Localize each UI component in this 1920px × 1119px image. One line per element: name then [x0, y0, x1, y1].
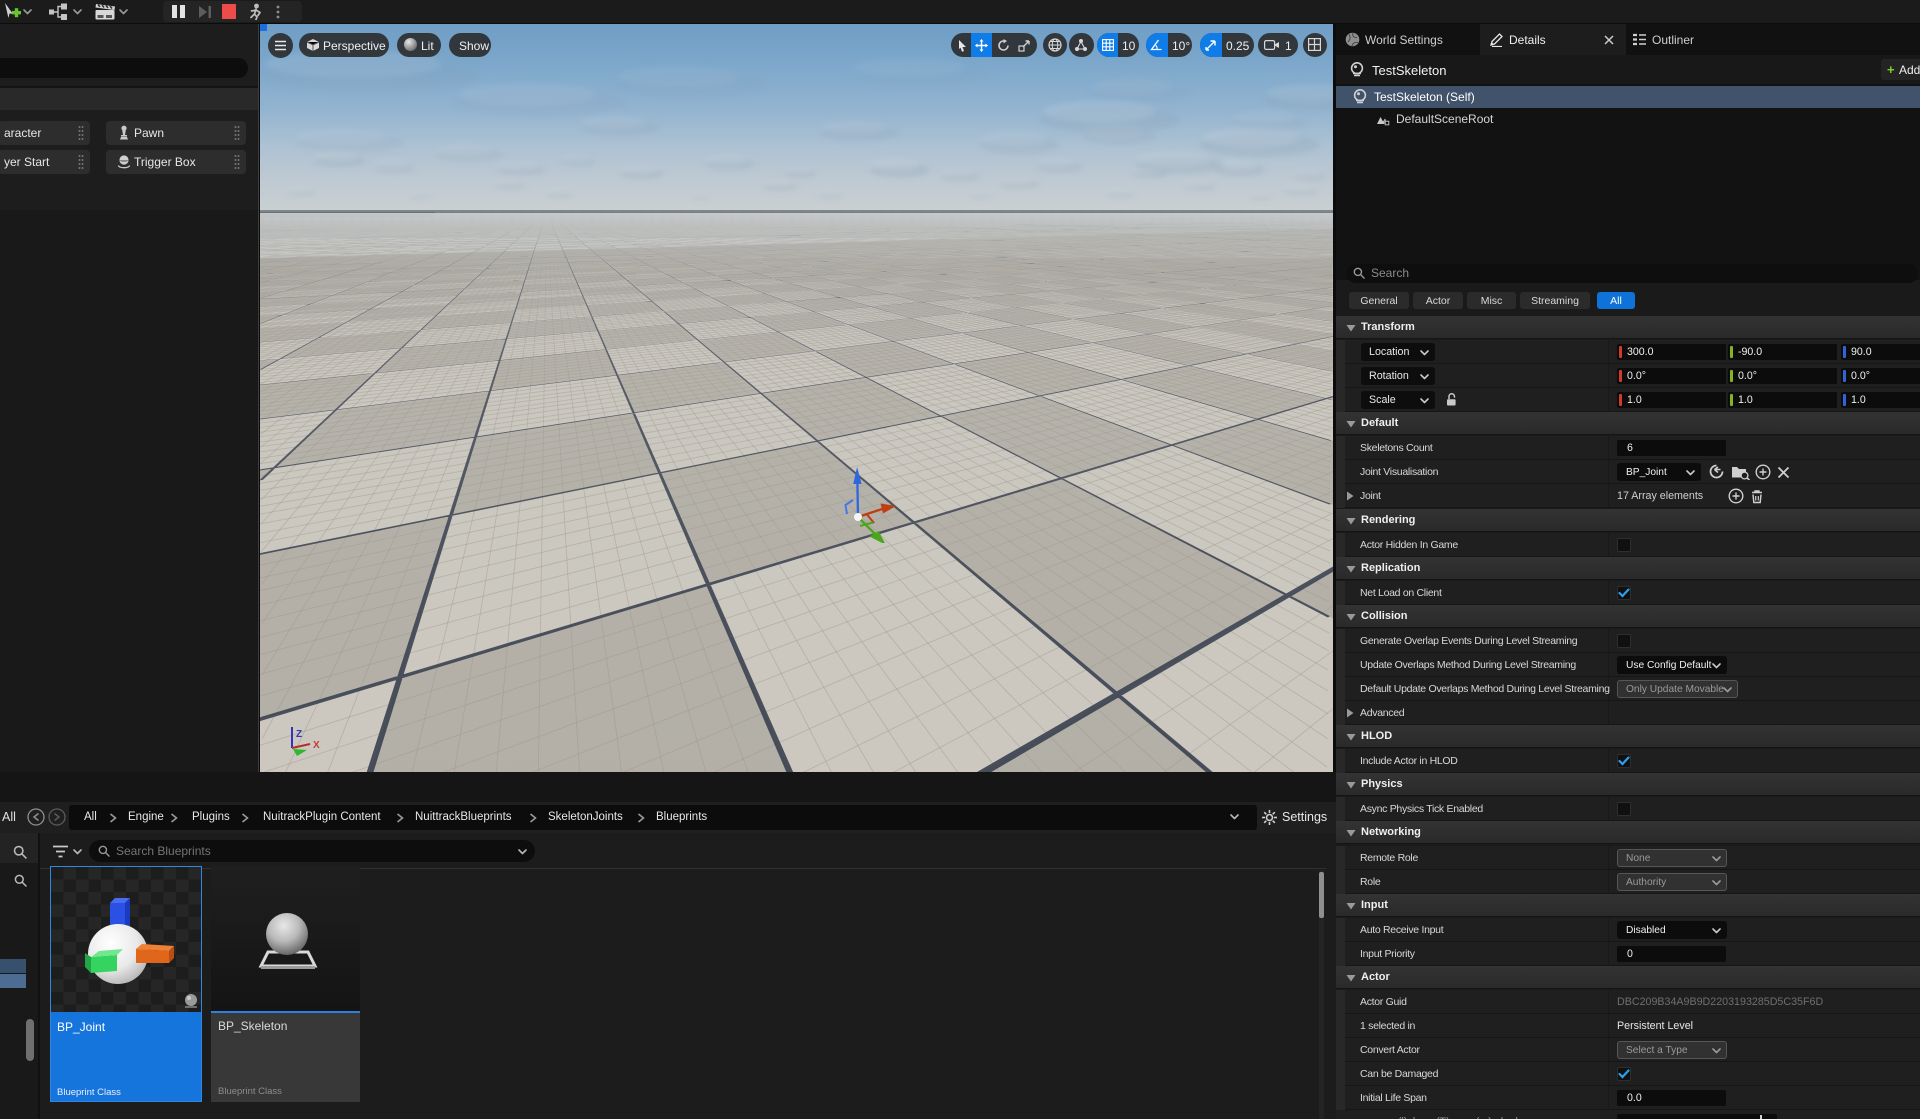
svg-text:Z: Z	[296, 729, 302, 740]
svg-text:X: X	[313, 740, 320, 751]
